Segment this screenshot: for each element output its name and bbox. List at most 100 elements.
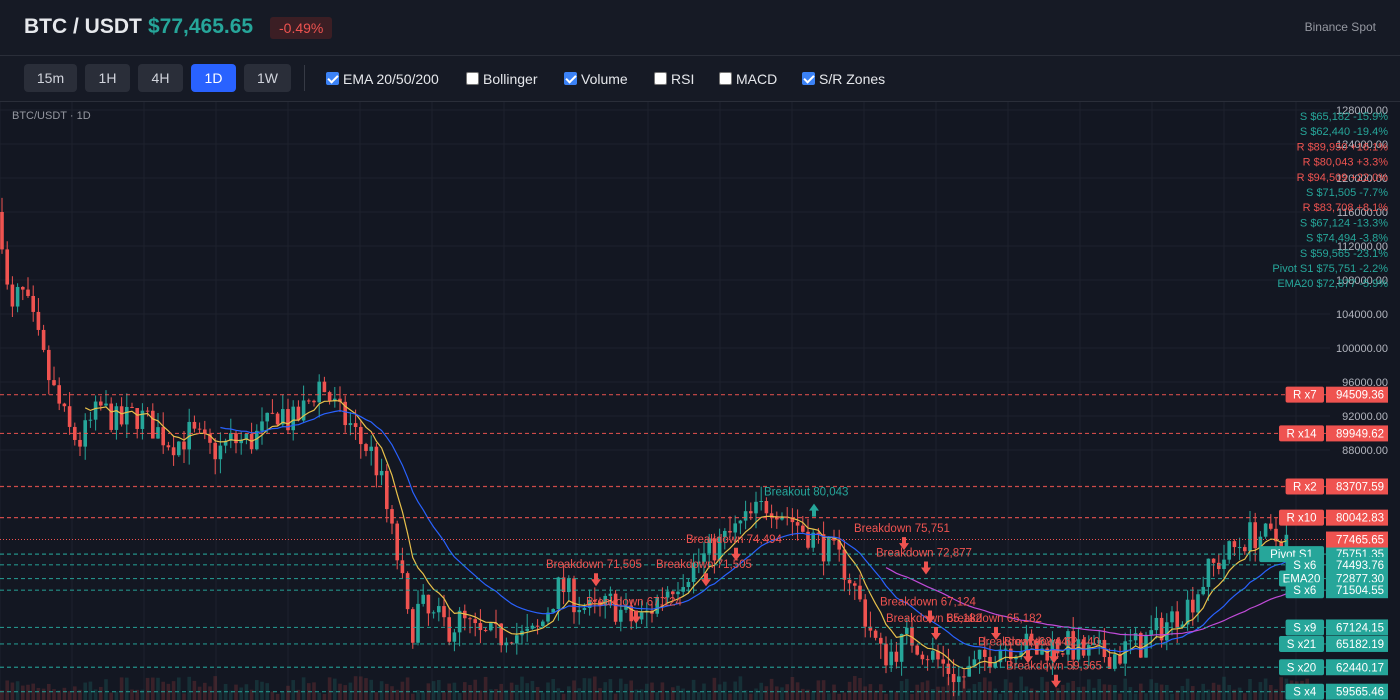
- volume-bar: [515, 684, 519, 700]
- candle-body: [275, 413, 280, 425]
- sr-zones-toggle[interactable]: S/R Zones: [802, 71, 885, 87]
- volume-bar: [405, 677, 410, 700]
- volume-bar: [1279, 677, 1283, 700]
- volume-bar: [489, 689, 493, 700]
- sr-legend-item: S $62,440 -19.4%: [1300, 126, 1388, 138]
- volume-bar: [1196, 692, 1200, 700]
- breakdown-annotation: Breakdown 67,124: [586, 596, 683, 608]
- sr-level-tag-label: S x6: [1293, 560, 1316, 572]
- sr-level-price-label: 83707.59: [1336, 481, 1384, 493]
- ema-checkbox[interactable]: [326, 72, 339, 85]
- chart-area[interactable]: 128000.00 124000.00 120000.00 116000.00 1120…: [0, 102, 1400, 700]
- sr-legend-item: R $83,708 +8.1%: [1303, 202, 1389, 214]
- volume-bar: [104, 679, 108, 700]
- volume-bar: [161, 681, 165, 700]
- volume-bar: [1144, 693, 1148, 700]
- volume-bar: [1014, 693, 1018, 700]
- sr-zones-checkbox[interactable]: [802, 72, 815, 85]
- bollinger-checkbox[interactable]: [466, 72, 479, 85]
- sr-level-price-label: 89949.62: [1336, 428, 1384, 440]
- candle-body: [192, 421, 197, 429]
- rsi-toggle[interactable]: RSI: [654, 71, 694, 87]
- timeframe-4h-button[interactable]: 4H: [138, 64, 183, 92]
- volume-toggle[interactable]: Volume: [564, 71, 628, 87]
- candle-body: [218, 445, 223, 460]
- volume-bar: [281, 691, 285, 700]
- candle-body: [130, 406, 134, 409]
- timeframe-1h-button[interactable]: 1H: [85, 64, 130, 92]
- volume-bar: [1258, 682, 1263, 700]
- last-price: $77,465.65: [148, 15, 254, 38]
- header-bar: BTC / USDT $77,465.65 -0.49% Binance Spo…: [0, 0, 1400, 56]
- volume-bar: [1128, 687, 1133, 700]
- breakdown-annotation: Breakdown 62,440: [1004, 636, 1100, 648]
- candle-body: [483, 630, 488, 632]
- price-chart[interactable]: 128000.00124000.00120000.00116000.001120…: [0, 102, 1400, 700]
- candle-body: [754, 501, 758, 514]
- candle-body: [853, 583, 857, 586]
- volume-bar: [437, 680, 441, 700]
- y-axis-tick-label: 88000.00: [1342, 445, 1388, 457]
- candle-body: [21, 286, 25, 290]
- breakout-arrow-icon: [809, 503, 819, 517]
- volume-bar: [1097, 679, 1101, 700]
- candle-body: [390, 509, 394, 524]
- toolbar-divider: [304, 65, 305, 91]
- candle-body: [1165, 622, 1169, 641]
- volume-bar: [369, 679, 373, 700]
- timeframe-1w-button[interactable]: 1W: [244, 64, 291, 92]
- ema-toggle[interactable]: EMA 20/50/200: [326, 71, 441, 87]
- volume-bar: [671, 687, 675, 700]
- volume-bar: [1253, 691, 1257, 700]
- bollinger-toggle[interactable]: Bollinger: [466, 71, 538, 87]
- current-price-label: 77465.65: [1336, 535, 1384, 547]
- volume-bar: [915, 684, 919, 700]
- volume-bar: [593, 676, 597, 700]
- volume-bar: [983, 677, 987, 700]
- candle-body: [821, 534, 826, 562]
- candle-body: [1237, 547, 1242, 549]
- candle-body: [1211, 558, 1216, 563]
- candle-body: [104, 403, 108, 406]
- candle-body: [749, 511, 753, 514]
- y-axis-tick-label: 92000.00: [1342, 411, 1388, 423]
- candle-body: [556, 577, 561, 610]
- candle-body: [47, 349, 51, 381]
- candle-body: [962, 676, 966, 678]
- sr-legend-item: R $89,950 +16.1%: [1297, 141, 1389, 153]
- sr-level-price-label: 94509.36: [1336, 390, 1384, 402]
- candle-body: [291, 406, 295, 431]
- volume-bar: [171, 681, 176, 700]
- price-change-badge: -0.49%: [270, 17, 333, 39]
- candle-body: [447, 617, 451, 642]
- candle-body: [114, 406, 119, 430]
- pair-title: BTC / USDT: [24, 15, 142, 38]
- macd-toggle[interactable]: MACD: [719, 71, 777, 87]
- volume-bar: [603, 682, 607, 700]
- candle-body: [676, 591, 680, 595]
- candle-body: [733, 523, 737, 533]
- sr-level-tag-label: S x20: [1287, 662, 1316, 674]
- volume-bar: [842, 692, 847, 700]
- macd-checkbox[interactable]: [719, 72, 732, 85]
- candle-body: [411, 609, 415, 643]
- rsi-checkbox[interactable]: [654, 72, 667, 85]
- sr-level-price-label: 62440.17: [1336, 662, 1384, 674]
- volume-bar: [629, 680, 633, 700]
- breakdown-arrow-icon: [591, 573, 601, 587]
- candle-body: [353, 423, 358, 428]
- volume-checkbox[interactable]: [564, 72, 577, 85]
- candle-body: [31, 295, 35, 312]
- volume-bar: [1227, 684, 1231, 700]
- timeframe-15m-button[interactable]: 15m: [24, 64, 77, 92]
- volume-bar: [1045, 681, 1049, 700]
- candle-body: [416, 603, 420, 643]
- candle-body: [1253, 522, 1257, 549]
- volume-bar: [1029, 688, 1034, 700]
- candle-body: [359, 427, 363, 445]
- timeframe-1d-button[interactable]: 1D: [191, 64, 236, 92]
- candle-body: [1227, 541, 1231, 560]
- volume-bar: [556, 688, 561, 700]
- volume-bar: [827, 693, 831, 700]
- volume-bar: [343, 685, 347, 700]
